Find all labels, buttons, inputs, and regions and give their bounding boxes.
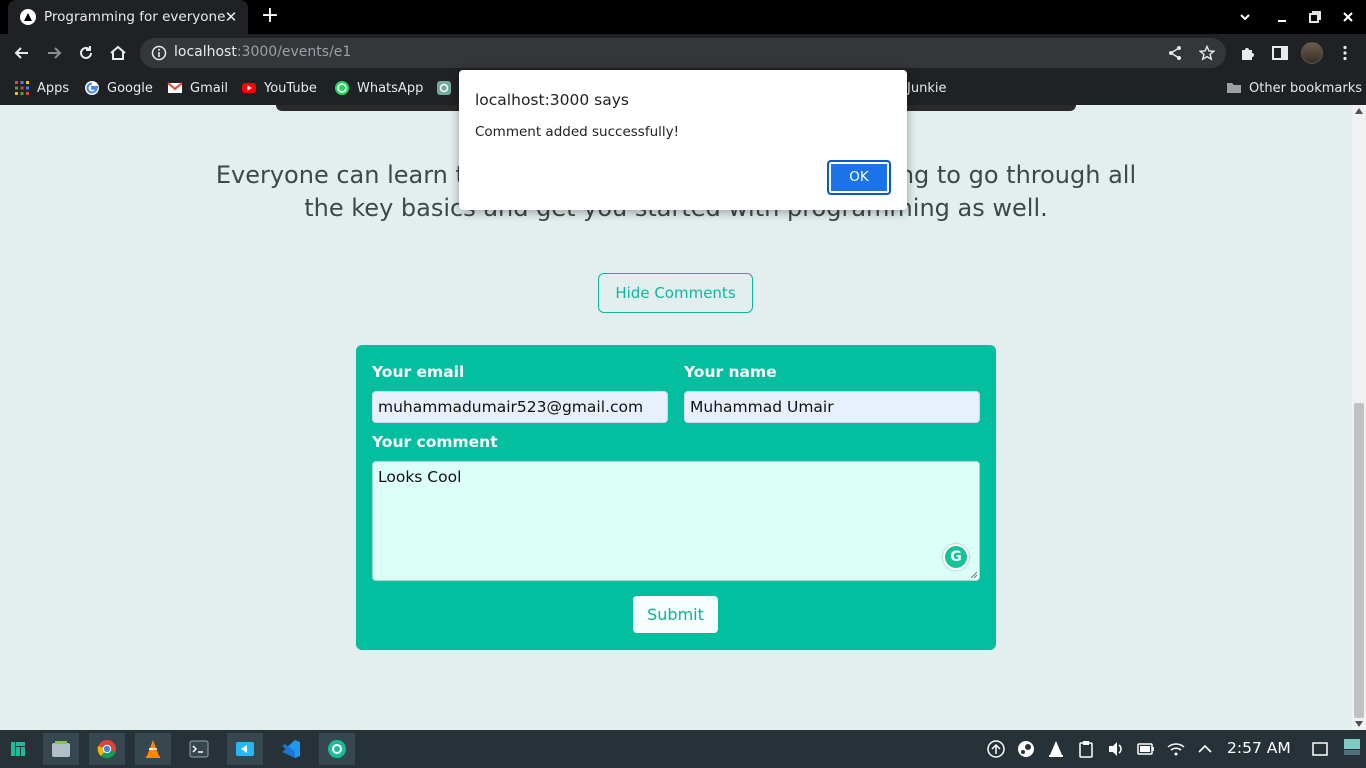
name-field[interactable]: Muhammad Umair (684, 391, 980, 423)
volume-icon[interactable] (1107, 740, 1125, 758)
bookmark-label: YouTube (264, 80, 317, 96)
comment-text: Looks Cool (378, 468, 462, 486)
dialog-ok-button[interactable]: OK (827, 160, 891, 195)
youtube-icon (241, 80, 257, 96)
bookmark-label: Gmail (190, 80, 228, 96)
tab-search-chevron-icon[interactable] (1229, 0, 1261, 34)
tray-expand-chevron-icon[interactable] (1196, 740, 1214, 758)
browser-menu-icon[interactable] (1336, 44, 1354, 62)
side-panel-icon[interactable] (1271, 44, 1289, 62)
battery-icon[interactable] (1137, 740, 1155, 758)
tab-strip: Programming for everyone ✕ + (0, 0, 1366, 34)
restore-window-icon[interactable] (1299, 0, 1331, 34)
terminal-icon[interactable] (181, 733, 217, 765)
taskbar-clock[interactable]: 2:57 AM (1227, 739, 1291, 757)
hide-comments-button[interactable]: Hide Comments (598, 273, 753, 313)
other-bookmarks-label: Other bookmarks (1249, 80, 1363, 96)
close-window-icon[interactable] (1332, 0, 1364, 34)
folder-icon (1226, 80, 1242, 96)
comment-label: Your comment (372, 433, 498, 451)
bookmark-label: Google (107, 80, 153, 96)
comment-textarea[interactable]: Looks Cool G (372, 461, 980, 581)
profile-avatar[interactable] (1301, 42, 1323, 64)
bookmark-google[interactable]: Google (84, 79, 153, 97)
tab-title: Programming for everyone (44, 9, 226, 25)
url-host: localhost (174, 44, 237, 60)
bookmark-label: Junkie (907, 80, 947, 96)
email-field[interactable]: muhammadumair523@gmail.com (372, 391, 668, 423)
resize-handle-icon[interactable] (970, 571, 978, 579)
tab-close-icon[interactable]: ✕ (222, 8, 240, 26)
extensions-puzzle-icon[interactable] (1239, 44, 1257, 62)
screen: Programming for everyone ✕ + localhost:3… (0, 0, 1366, 768)
show-desktop-icon[interactable] (1311, 740, 1329, 758)
google-icon (84, 80, 100, 96)
reload-icon[interactable] (73, 40, 99, 66)
wifi-icon[interactable] (1167, 740, 1185, 758)
dialog-message: Comment added successfully! (475, 124, 680, 140)
openai-icon (436, 80, 452, 96)
alert-dialog: localhost:3000 says Comment added succes… (459, 70, 907, 210)
bookmark-label: WhatsApp (357, 80, 424, 96)
scroll-down-arrow-icon[interactable] (1355, 721, 1363, 727)
whatsapp-icon (334, 80, 350, 96)
bookmark-gmail[interactable]: Gmail (167, 79, 228, 97)
bookmark-whatsapp[interactable]: WhatsApp (334, 79, 423, 97)
file-manager-icon[interactable] (43, 733, 79, 765)
chrome-icon[interactable] (89, 733, 125, 765)
forward-arrow-icon[interactable] (41, 40, 67, 66)
dialog-title: localhost:3000 says (475, 91, 629, 109)
start-menu-icon[interactable] (0, 733, 36, 765)
bookmark-star-icon[interactable] (1198, 44, 1216, 61)
camera-app-icon[interactable] (319, 733, 355, 765)
bookmark-label: Apps (37, 80, 70, 96)
other-bookmarks[interactable]: Other bookmarks (1226, 79, 1362, 97)
scroll-up-arrow-icon[interactable] (1355, 108, 1363, 114)
submit-button[interactable]: Submit (633, 596, 718, 633)
workspace-indicator-icon[interactable] (1343, 738, 1361, 756)
apps-grid-icon (14, 80, 30, 96)
vlc-tray-icon[interactable] (1047, 740, 1065, 758)
site-favicon-icon (20, 9, 36, 25)
bookmark-youtube[interactable]: YouTube (241, 79, 317, 97)
back-arrow-icon[interactable] (9, 40, 35, 66)
name-label: Your name (684, 363, 777, 381)
minimize-window-icon[interactable] (1266, 0, 1298, 34)
update-arrow-icon[interactable] (987, 740, 1005, 758)
comment-form: Your email Your name muhammadumair523@gm… (356, 345, 996, 650)
bookmark-junkie[interactable]: Junkie (907, 79, 946, 97)
steam-icon[interactable] (1017, 740, 1035, 758)
new-tab-button[interactable]: + (258, 5, 282, 29)
tab-active[interactable]: Programming for everyone ✕ (8, 0, 248, 34)
bookmark-chatgpt[interactable] (436, 79, 459, 97)
browser-toolbar: localhost:3000/events/e1 (0, 34, 1366, 71)
scroll-thumb[interactable] (1354, 403, 1364, 718)
url-path: :3000/events/e1 (236, 44, 352, 60)
clipboard-icon[interactable] (1077, 740, 1095, 758)
site-info-icon[interactable] (151, 45, 167, 61)
vscode-icon[interactable] (273, 733, 309, 765)
bookmark-apps[interactable]: Apps (14, 79, 69, 97)
file-transfer-icon[interactable] (227, 733, 263, 765)
os-taskbar: 2:57 AM (0, 730, 1366, 768)
email-label: Your email (372, 363, 465, 381)
share-icon[interactable] (1167, 45, 1183, 61)
gmail-icon (167, 80, 183, 96)
address-bar[interactable]: localhost:3000/events/e1 (140, 38, 1226, 68)
url-text: localhost:3000/events/e1 (174, 44, 351, 60)
vlc-icon[interactable] (135, 733, 171, 765)
home-icon[interactable] (105, 40, 131, 66)
page-scrollbar[interactable] (1352, 105, 1366, 730)
grammarly-icon[interactable]: G (943, 544, 969, 570)
